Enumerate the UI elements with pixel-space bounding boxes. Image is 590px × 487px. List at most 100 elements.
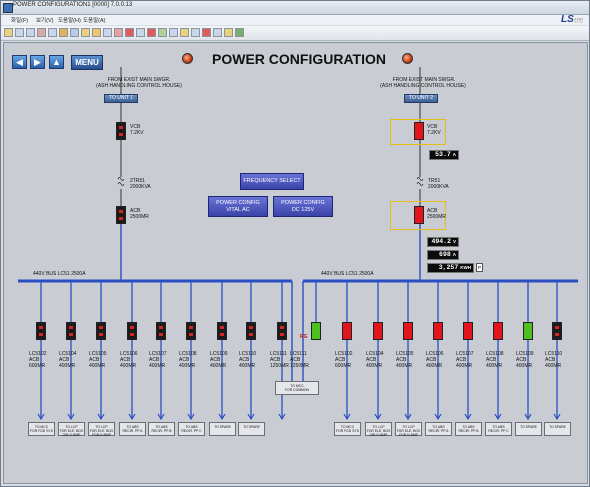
right-feeder-3-load-box[interactable]: TO ABS RECIR. PP A — [425, 422, 452, 436]
toolbar-button-icon[interactable] — [180, 28, 189, 37]
power-config-dc-button[interactable]: POWER CONFIG DC 125V — [273, 196, 333, 217]
right-feeder-7-breaker[interactable] — [552, 322, 562, 340]
to-unit1-button[interactable]: TO UNIT 1 — [104, 94, 138, 103]
toolbar-button-icon[interactable] — [103, 28, 112, 37]
unit2-vcb-current-readout: 53.7 A — [429, 150, 459, 160]
toolbar-button-icon[interactable] — [15, 28, 24, 37]
left-feeder-8-label: LC5111 ACB 1250MR — [270, 351, 289, 369]
unit2-transformer-rating: 2000KVA — [428, 184, 449, 190]
left-feeder-3-breaker[interactable] — [127, 322, 137, 340]
toolbar-button-icon[interactable] — [136, 28, 145, 37]
load-label: TO SPARE — [214, 425, 231, 429]
right-feeder-0-breaker[interactable] — [342, 322, 352, 340]
unit2-acb-rating: 2500MR — [427, 214, 446, 220]
right-feeder-1-load-box[interactable]: TO LCP FOR ELE. BOX OIB G-BMP — [365, 422, 392, 437]
right-feeder-2-breaker[interactable] — [403, 322, 413, 340]
tie-load-box[interactable]: TO MCC FOR COMMON — [275, 381, 319, 395]
load-label: RECIR. PP B — [458, 429, 479, 433]
left-feeder-8-breaker[interactable] — [277, 322, 287, 340]
toolbar-button-icon[interactable] — [92, 28, 101, 37]
load-label: RECIR. PP B — [151, 429, 172, 433]
unit2-energy-tag[interactable]: P — [476, 263, 483, 272]
left-feeder-2-breaker[interactable] — [96, 322, 106, 340]
toolbar-button-icon[interactable] — [213, 28, 222, 37]
toolbar-button-icon[interactable] — [158, 28, 167, 37]
frequency-select-button[interactable]: FREQUENCY SELECT — [240, 173, 304, 190]
right-feeder-6-breaker[interactable] — [523, 322, 533, 340]
title-bar: POWER CONFIGURATION1 [0000] 7.0.0.13 — [1, 1, 589, 15]
right-feeder-3-breaker[interactable] — [433, 322, 443, 340]
toolbar-button-icon[interactable] — [59, 28, 68, 37]
left-feeder-3-load-box[interactable]: TO ABS RECIR. PP A — [119, 422, 146, 436]
right-feeder-7-load-box[interactable]: TO SPARE — [544, 422, 571, 436]
window-title: POWER CONFIGURATION1 [0000] 7.0.0.13 — [13, 2, 133, 8]
unit2-source-sublabel: (ASH HANDLING CONTROL HOUSE) — [380, 83, 466, 89]
left-feeder-7-breaker[interactable] — [246, 322, 256, 340]
load-label: RECIR. PP A — [122, 429, 143, 433]
toolbar-button-icon[interactable] — [147, 28, 156, 37]
menu-item-view[interactable]: 보기(V) — [36, 16, 53, 24]
feeder-rating: 400MR — [210, 363, 227, 369]
left-feeder-1-load-box[interactable]: TO LCP FOR ELE. BOX OIB G-BMP — [58, 422, 85, 437]
app-icon — [3, 3, 13, 13]
left-feeder-0-load-box[interactable]: TO MCC FOR FGD SYS — [28, 422, 55, 436]
left-feeder-1-breaker[interactable] — [66, 322, 76, 340]
app-window: POWER CONFIGURATION1 [0000] 7.0.0.13 화일(… — [0, 0, 590, 487]
right-feeder-1-breaker[interactable] — [373, 322, 383, 340]
toolbar-button-icon[interactable] — [70, 28, 79, 37]
right-feeder-4-breaker[interactable] — [463, 322, 473, 340]
left-feeder-5-load-box[interactable]: TO ABS RECIR. PP C — [178, 422, 205, 436]
right-feeder-5-load-box[interactable]: TO ABS RECIR. PP C — [485, 422, 512, 436]
left-feeder-6-load-box[interactable]: TO SPARE — [209, 422, 236, 436]
unit2-voltage-readout: 494.2 V — [427, 237, 459, 247]
toolbar-button-icon[interactable] — [191, 28, 200, 37]
right-feeder-7-label: LC5110 ACB 400MR — [545, 351, 562, 369]
tie-breaker[interactable] — [311, 322, 321, 340]
left-feeder-7-load-box[interactable]: TO SPARE — [238, 422, 265, 436]
feeder-rating: 600MR — [29, 363, 46, 369]
unit2-current-readout: 698 A — [427, 250, 459, 260]
menu-item-help[interactable]: 도움말(H) — [58, 16, 81, 24]
toolbar-button-icon[interactable] — [125, 28, 134, 37]
toolbar-button-icon[interactable] — [37, 28, 46, 37]
left-feeder-6-breaker[interactable] — [217, 322, 227, 340]
right-feeder-6-load-box[interactable]: TO SPARE — [515, 422, 542, 436]
left-feeder-5-breaker[interactable] — [186, 322, 196, 340]
load-label: OIB G-BMP — [369, 433, 388, 437]
unit2-transformer-icon — [416, 182, 424, 186]
toolbar-button-icon[interactable] — [114, 28, 123, 37]
right-feeder-4-load-box[interactable]: TO ABS RECIR. PP B — [455, 422, 482, 436]
feeder-rating: 400MR — [149, 363, 166, 369]
left-feeder-0-label: LC5102 ACB 600MR — [29, 351, 47, 369]
left-feeder-2-load-box[interactable]: TO LCP FOR ELE. BOX FGB H-BMP — [88, 422, 115, 437]
unit1-vcb-breaker[interactable] — [116, 122, 126, 140]
right-feeder-2-label: LC5105 ACB 400MR — [396, 351, 414, 369]
tie-flag: RG — [300, 334, 308, 340]
left-feeder-4-load-box[interactable]: TO ABS RECIR. PP B — [148, 422, 175, 436]
load-label: RECIR. PP A — [428, 429, 449, 433]
left-feeder-1-label: LC5104 ACB 400MR — [59, 351, 77, 369]
right-feeder-2-load-box[interactable]: TO LCP FOR ELE. BOX FGB H-BMP — [395, 422, 422, 437]
toolbar-button-icon[interactable] — [202, 28, 211, 37]
toolbar-button-icon[interactable] — [48, 28, 57, 37]
to-unit2-button[interactable]: TO UNIT 2 — [404, 94, 438, 103]
toolbar-button-icon[interactable] — [81, 28, 90, 37]
left-feeder-0-breaker[interactable] — [36, 322, 46, 340]
unit2-acb-breaker[interactable] — [414, 206, 424, 224]
power-config-vital-ac-button[interactable]: POWER CONFIG VITAL AC — [208, 196, 268, 217]
toolbar-button-icon[interactable] — [26, 28, 35, 37]
left-feeder-3-label: LC5106 ACB 400MR — [120, 351, 138, 369]
right-feeder-0-load-box[interactable]: TO MCC FOR FGD SYS — [334, 422, 361, 436]
toolbar-button-icon[interactable] — [235, 28, 244, 37]
toolbar-button-icon[interactable] — [4, 28, 13, 37]
unit1-transformer-icon — [117, 177, 125, 181]
right-feeder-5-breaker[interactable] — [493, 322, 503, 340]
unit1-acb-breaker[interactable] — [116, 206, 126, 224]
unit2-vcb-rating: 7.2KV — [427, 130, 441, 136]
unit2-vcb-breaker[interactable] — [414, 122, 424, 140]
toolbar-button-icon[interactable] — [169, 28, 178, 37]
toolbar-button-icon[interactable] — [224, 28, 233, 37]
left-feeder-4-breaker[interactable] — [156, 322, 166, 340]
menu-item-about[interactable]: 도움말(A) — [83, 16, 106, 24]
menu-item-file[interactable]: 화일(F) — [11, 16, 28, 24]
